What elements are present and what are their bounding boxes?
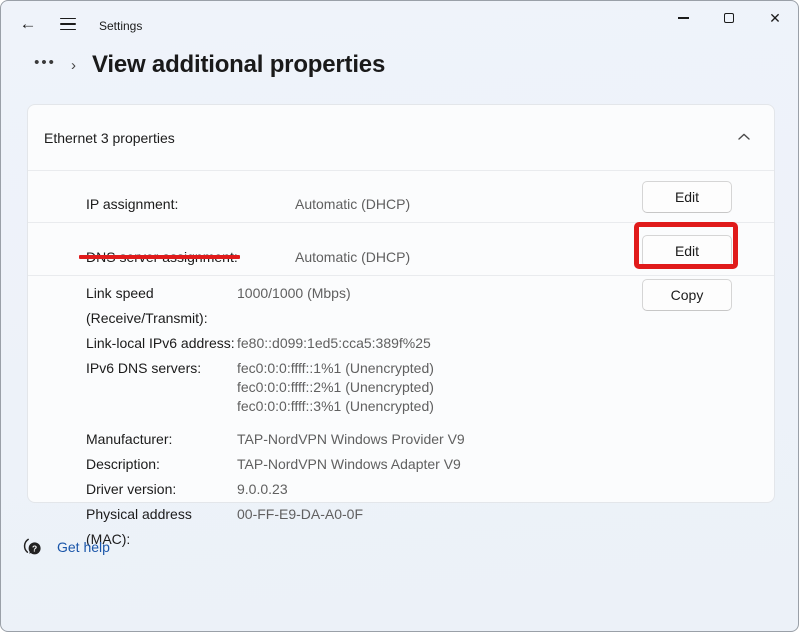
manufacturer-row: Manufacturer: TAP-NordVPN Windows Provid… [28,427,638,452]
close-button[interactable]: ✕ [752,1,798,35]
chevron-right-icon: › [71,57,76,74]
get-help-link[interactable]: Get help [57,539,110,555]
description-label: Description: [28,452,237,477]
svg-text:?: ? [32,543,37,553]
maximize-icon [724,13,734,23]
get-help[interactable]: ? Get help [23,537,110,557]
navigation-menu-button[interactable] [51,9,85,39]
ip-assignment-edit-button[interactable]: Edit [642,181,732,213]
ipv6-dns-server-3: fec0:0:0:ffff::3%1 (Unencrypted) [237,397,434,416]
ipv6-dns-server-1: fec0:0:0:ffff::1%1 (Unencrypted) [237,359,434,378]
ip-assignment-value: Automatic (DHCP) [295,196,410,212]
ethernet-properties-card: Ethernet 3 properties IP assignment: Aut… [27,104,775,503]
help-chat-icon: ? [23,537,43,557]
hamburger-icon [60,18,76,31]
link-local-ipv6-value: fe80::d099:1ed5:cca5:389f%25 [237,331,431,356]
annotation-red-box [634,222,738,269]
driver-version-label: Driver version: [28,477,237,502]
breadcrumb: ••• › View additional properties [27,47,385,83]
minimize-button[interactable] [660,1,706,35]
description-row: Description: TAP-NordVPN Windows Adapter… [28,452,638,477]
ip-assignment-label: IP assignment: [86,196,178,212]
settings-window: ← Settings ✕ ••• › View additional prope… [0,0,799,632]
annotation-red-underline [79,255,240,259]
link-local-ipv6-row: Link-local IPv6 address: fe80::d099:1ed5… [28,331,638,356]
ipv6-dns-servers-values: fec0:0:0:ffff::1%1 (Unencrypted) fec0:0:… [237,356,434,415]
link-speed-row: Link speed (Receive/Transmit): 1000/1000… [28,281,638,331]
dns-assignment-value: Automatic (DHCP) [295,249,410,265]
minimize-icon [678,17,689,18]
mac-address-value: 00-FF-E9-DA-A0-0F [237,502,363,552]
titlebar: ← Settings ✕ [1,1,798,49]
back-button[interactable]: ← [11,9,45,39]
manufacturer-value: TAP-NordVPN Windows Provider V9 [237,427,465,452]
breadcrumb-ellipsis-button[interactable]: ••• [27,52,63,78]
driver-version-value: 9.0.0.23 [237,477,288,502]
mac-address-row: Physical address (MAC): 00-FF-E9-DA-A0-0… [28,502,638,552]
details-section: Copy Link speed (Receive/Transmit): 1000… [28,275,774,503]
app-title: Settings [99,19,142,33]
manufacturer-label: Manufacturer: [28,427,237,452]
maximize-button[interactable] [706,1,752,35]
chevron-up-icon[interactable] [736,129,752,145]
ipv6-dns-servers-label: IPv6 DNS servers: [28,356,237,415]
link-local-ipv6-label: Link-local IPv6 address: [28,331,237,356]
ipv6-dns-server-2: fec0:0:0:ffff::2%1 (Unencrypted) [237,378,434,397]
description-value: TAP-NordVPN Windows Adapter V9 [237,452,461,477]
window-controls: ✕ [660,1,798,35]
card-header-label: Ethernet 3 properties [44,130,175,146]
link-speed-value: 1000/1000 (Mbps) [237,281,351,331]
close-icon: ✕ [769,11,781,25]
driver-version-row: Driver version: 9.0.0.23 [28,477,638,502]
link-speed-label: Link speed (Receive/Transmit): [28,281,237,331]
copy-button[interactable]: Copy [642,279,732,311]
back-arrow-icon: ← [20,14,37,34]
ipv6-dns-servers-row: IPv6 DNS servers: fec0:0:0:ffff::1%1 (Un… [28,356,638,415]
card-header[interactable]: Ethernet 3 properties [28,105,774,170]
page-title: View additional properties [92,51,385,79]
